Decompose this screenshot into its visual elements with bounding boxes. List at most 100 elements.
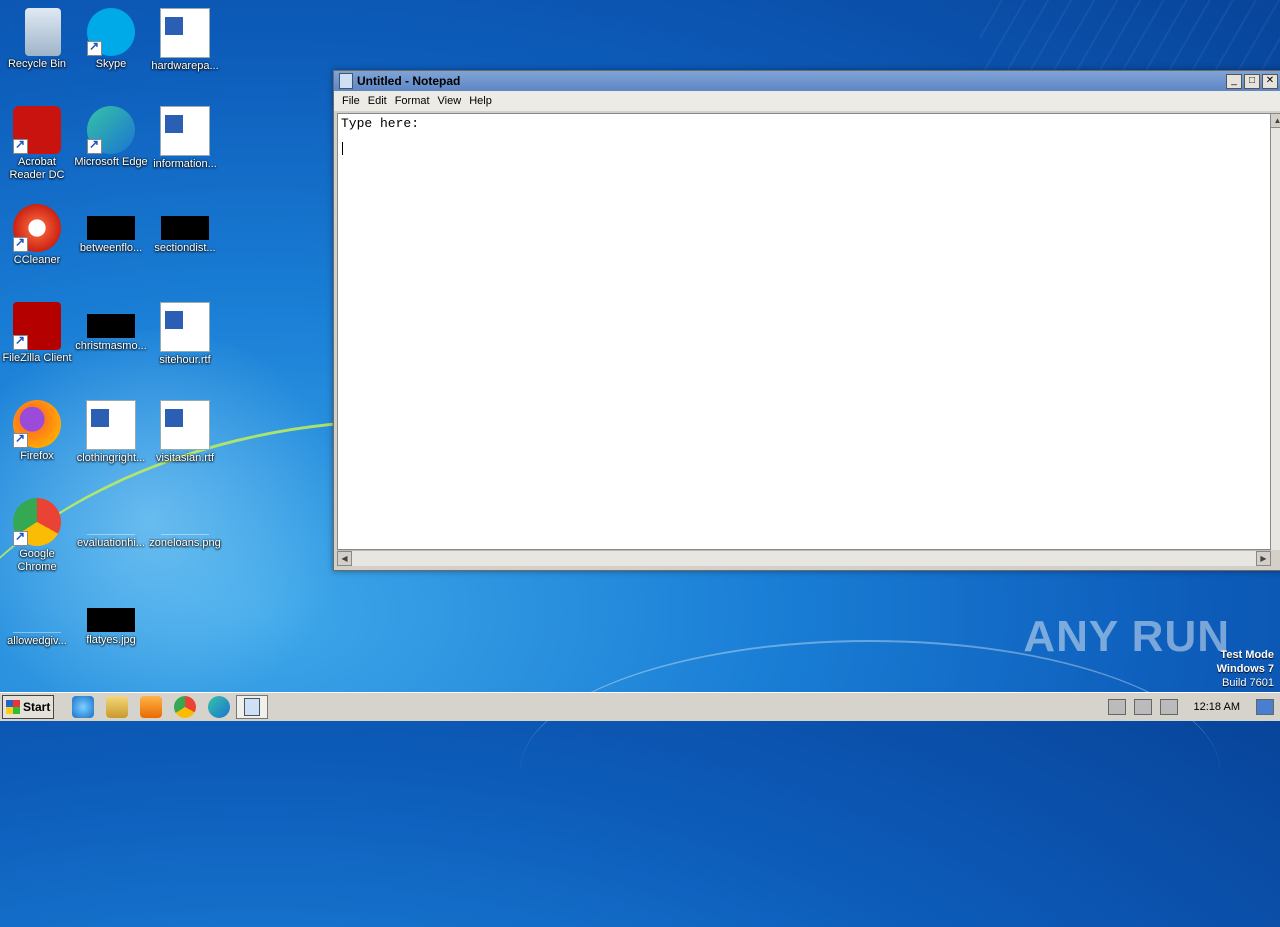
desktop-icon-label: betweenflo...	[79, 242, 143, 254]
vertical-scrollbar[interactable]: ▲	[1270, 113, 1280, 550]
desktop-icon-label: flatyes.jpg	[86, 634, 136, 646]
media-player-icon[interactable]	[140, 696, 162, 718]
desktop-icon[interactable]: flatyes.jpg	[74, 592, 148, 647]
shortcut-arrow-icon	[13, 333, 28, 350]
desktop-icon[interactable]: allowedgiv...	[0, 592, 74, 648]
firefox-icon	[13, 400, 61, 448]
desktop-icon[interactable]: clothingright...	[74, 396, 148, 465]
desktop-icon[interactable]: sitehour.rtf	[148, 298, 222, 367]
word-doc-icon	[160, 8, 210, 58]
menu-help[interactable]: Help	[465, 95, 496, 107]
desktop-icon[interactable]: zoneloans.png	[148, 494, 222, 550]
notepad-window[interactable]: Untitled - Notepad _ □ ✕ File Edit Forma…	[333, 70, 1280, 571]
desktop-icon-label: hardwarepa...	[151, 60, 219, 72]
desktop-icon[interactable]: Firefox	[0, 396, 74, 463]
menu-format[interactable]: Format	[391, 95, 434, 107]
menu-file[interactable]: File	[338, 95, 364, 107]
window-titlebar[interactable]: Untitled - Notepad _ □ ✕	[334, 71, 1280, 91]
word-w-badge	[165, 409, 183, 427]
show-desktop-icon[interactable]	[1256, 699, 1274, 715]
start-label: Start	[23, 700, 51, 714]
desktop-icon-label: Google Chrome	[17, 548, 57, 573]
start-button[interactable]: Start	[2, 695, 54, 719]
desktop-icon-label: visitasian.rtf	[155, 452, 215, 464]
desktop-icon-label: sitehour.rtf	[159, 354, 211, 366]
desktop-icon[interactable]: evaluationhi...	[74, 494, 148, 550]
black-thumbnail-icon	[87, 608, 135, 632]
shortcut-arrow-icon	[13, 137, 28, 154]
desktop-icon[interactable]: Recycle Bin	[0, 4, 74, 71]
wallpaper-swoosh	[520, 640, 1220, 902]
desktop-icon[interactable]: Microsoft Edge	[74, 102, 148, 169]
network-icon[interactable]	[1133, 699, 1152, 715]
desktop-icon[interactable]: hardwarepa...	[148, 4, 222, 73]
desktop-icon-label: zoneloans.png	[149, 537, 221, 549]
filezilla-icon	[13, 302, 61, 350]
taskbar-notepad-button[interactable]	[236, 695, 268, 719]
desktop-icon[interactable]: information...	[148, 102, 222, 171]
black-thumbnail-icon	[87, 314, 135, 338]
black-thumbnail-icon	[87, 216, 135, 240]
black-thumbnail-icon	[161, 216, 209, 240]
close-button[interactable]: ✕	[1262, 74, 1278, 89]
action-center-flag-icon[interactable]	[1159, 699, 1178, 715]
desktop-icon[interactable]: Skype	[74, 4, 148, 71]
shortcut-arrow-icon	[13, 529, 28, 546]
word-doc-icon	[86, 400, 136, 450]
desktop-icon[interactable]: FileZilla Client	[0, 298, 74, 365]
shortcut-arrow-icon	[13, 431, 28, 448]
system-tray: 12:18 AM	[1104, 693, 1280, 721]
skype-icon	[87, 8, 135, 56]
desktop-icon[interactable]: Acrobat Reader DC	[0, 102, 74, 182]
text-caret	[342, 142, 343, 155]
taskbar: Start 12:18 AM	[0, 692, 1280, 721]
desktop-icon[interactable]: sectiondist...	[148, 200, 222, 255]
shortcut-arrow-icon	[13, 235, 28, 252]
scroll-left-icon[interactable]: ◀	[337, 551, 352, 566]
edge-icon[interactable]	[208, 696, 230, 718]
ie-icon[interactable]	[72, 696, 94, 718]
test-mode-text: Test Mode Windows 7 Build 7601	[1216, 649, 1274, 689]
desktop-icon-label: sectiondist...	[154, 242, 216, 254]
desktop-icon-label: Acrobat Reader DC	[9, 156, 65, 181]
scroll-right-icon[interactable]: ▶	[1256, 551, 1271, 566]
explorer-icon[interactable]	[106, 696, 128, 718]
acrobat-icon	[13, 106, 61, 154]
word-w-badge	[165, 17, 183, 35]
volume-icon[interactable]	[1107, 699, 1126, 715]
desktop-icon[interactable]: betweenflo...	[74, 200, 148, 255]
desktop-icon-label: evaluationhi...	[77, 537, 145, 549]
ccleaner-icon	[13, 204, 61, 252]
word-w-badge	[165, 115, 183, 133]
desktop-icon-label: Firefox	[20, 450, 54, 462]
desktop-icon-label: allowedgiv...	[7, 635, 67, 647]
desktop-icon[interactable]: christmasmo...	[74, 298, 148, 353]
shortcut-arrow-icon	[87, 39, 102, 56]
notepad-icon	[339, 73, 353, 89]
blank-thumbnail-icon	[13, 612, 61, 633]
desktop-icon[interactable]: Google Chrome	[0, 494, 74, 574]
chrome-icon[interactable]	[174, 696, 196, 718]
clock[interactable]: 12:18 AM	[1194, 701, 1240, 713]
scroll-up-icon[interactable]: ▲	[1270, 113, 1280, 128]
desktop-icon-label: FileZilla Client	[2, 352, 72, 364]
text-editor[interactable]: Type here:	[337, 113, 1271, 550]
maximize-button[interactable]: □	[1244, 74, 1260, 89]
desktop-icon-label: christmasmo...	[75, 340, 147, 352]
menu-edit[interactable]: Edit	[364, 95, 391, 107]
desktop-icon-label: Microsoft Edge	[74, 156, 148, 168]
word-doc-icon	[160, 302, 210, 352]
desktop-icon[interactable]: visitasian.rtf	[148, 396, 222, 465]
desktop-icon[interactable]: CCleaner	[0, 200, 74, 267]
desktop-icon-label: CCleaner	[13, 254, 61, 266]
blank-thumbnail-icon	[161, 514, 209, 535]
desktop-icon-label: clothingright...	[76, 452, 146, 464]
horizontal-scrollbar[interactable]: ◀ ▶	[337, 550, 1271, 566]
word-doc-icon	[160, 400, 210, 450]
menu-view[interactable]: View	[434, 95, 466, 107]
editor-text: Type here:	[341, 116, 420, 131]
word-w-badge	[165, 311, 183, 329]
window-title: Untitled - Notepad	[357, 74, 461, 88]
word-w-badge	[91, 409, 109, 427]
minimize-button[interactable]: _	[1226, 74, 1242, 89]
